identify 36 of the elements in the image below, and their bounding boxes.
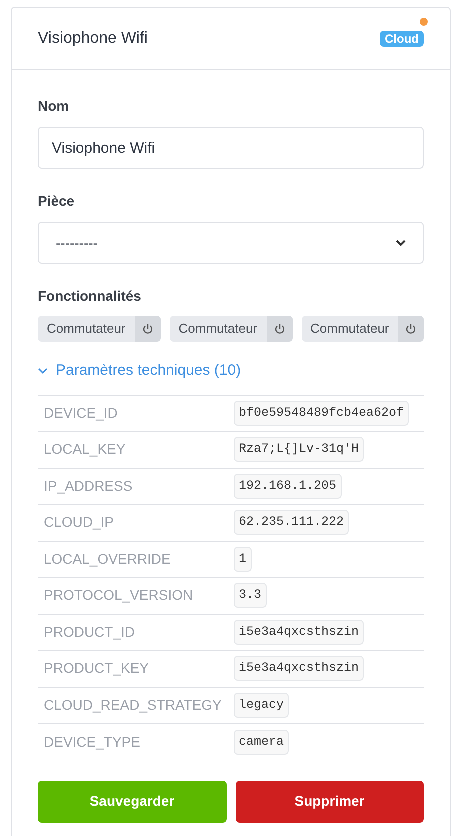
field-label: Pièce	[38, 192, 76, 211]
cloud-badge: Cloud	[380, 30, 424, 46]
parameter-value: camera	[234, 730, 290, 755]
parameter-name: DEVICE_ID	[43, 404, 119, 423]
parameter-value: Rza7;L{]Lv-31q'H	[234, 437, 364, 462]
parameter-value: 1	[234, 546, 252, 572]
parameter-value: i5e3a4qxcsthszin	[234, 620, 364, 645]
power-icon	[274, 323, 286, 335]
chevron-icon	[38, 368, 48, 375]
parameter-value: bf0e59548489fcb4ea62of	[234, 400, 410, 426]
parameter-name: PRODUCT_KEY	[43, 659, 150, 678]
chevron-down-icon	[396, 240, 406, 246]
delete-button[interactable]: Supprimer	[236, 780, 424, 822]
parameter-name: DEVICE_TYPE	[43, 732, 142, 752]
parameter-name: CLOUD_READ_STRATEGY	[43, 696, 223, 715]
parameter-name: CLOUD_IP	[43, 513, 116, 532]
card-title: Visiophone Wifi	[38, 28, 148, 48]
parameter-name: IP_ADDRESS	[43, 476, 134, 496]
name-field[interactable]: Visiophone Wifi	[38, 127, 424, 169]
feature-toggle[interactable]: Commutateur	[170, 316, 292, 342]
room-select[interactable]: ---------	[38, 222, 424, 264]
power-icon	[142, 323, 154, 335]
parameter-name: PRODUCT_ID	[43, 622, 136, 642]
parameter-name: LOCAL_OVERRIDE	[43, 550, 172, 569]
parameter-value: 3.3	[234, 583, 267, 608]
feature-toggle[interactable]: Commutateur	[38, 316, 161, 342]
parameter-value: 192.168.1.205	[234, 474, 342, 499]
parameter-value: 62.235.111.222	[234, 510, 350, 536]
field-label: Nom	[38, 97, 70, 116]
power-icon	[405, 323, 418, 335]
parameter-value: legacy	[234, 692, 290, 718]
parameter-name: PROTOCOL_VERSION	[43, 586, 194, 606]
parameter-value: i5e3a4qxcsthszin	[234, 656, 364, 682]
parameter-name: LOCAL_KEY	[43, 440, 127, 460]
feature-toggle[interactable]: Commutateur	[302, 316, 424, 342]
field-label: Fonctionnalités	[38, 287, 142, 306]
